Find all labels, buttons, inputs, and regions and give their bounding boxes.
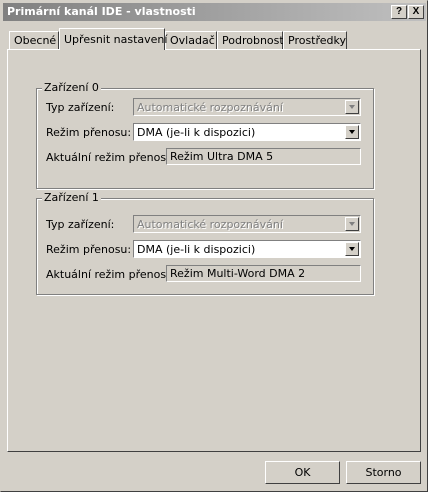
device-1-current-field: Režim Multi-Word DMA 2	[166, 265, 361, 282]
cancel-button[interactable]: Storno	[346, 461, 421, 484]
device-1-type-select: Automatické rozpoznávání	[133, 215, 361, 233]
device-1-current-label: Aktuální režim přenosu:	[46, 268, 177, 281]
device-1-group: Zařízení 1 Typ zařízení: Automatické roz…	[36, 191, 374, 295]
device-1-type-label: Typ zařízení:	[46, 218, 115, 231]
tab-panel: Zařízení 0 Typ zařízení: Automatické roz…	[7, 49, 421, 452]
tab-details[interactable]: Podrobnosti	[217, 31, 287, 49]
device-0-current-value: Režim Ultra DMA 5	[170, 150, 274, 163]
tab-driver[interactable]: Ovladač	[165, 31, 217, 49]
chevron-down-icon	[345, 217, 359, 231]
device-1-mode-select[interactable]: DMA (je-li k dispozici)	[133, 240, 361, 258]
device-0-mode-value: DMA (je-li k dispozici)	[137, 126, 256, 139]
device-1-mode-label: Režim přenosu:	[46, 243, 132, 256]
tab-advanced-settings[interactable]: Upřesnit nastavení	[59, 28, 167, 50]
device-1-current-value: Režim Multi-Word DMA 2	[170, 267, 306, 280]
device-0-current-label: Aktuální režim přenosu:	[46, 151, 177, 164]
chevron-down-icon[interactable]	[345, 125, 359, 139]
device-0-mode-select[interactable]: DMA (je-li k dispozici)	[133, 123, 361, 141]
device-1-type-value: Automatické rozpoznávání	[137, 218, 283, 231]
device-0-type-label: Typ zařízení:	[46, 101, 115, 114]
help-button[interactable]: ?	[391, 5, 407, 19]
device-0-mode-label: Režim přenosu:	[46, 126, 132, 139]
close-button[interactable]: X	[408, 5, 424, 19]
device-0-type-value: Automatické rozpoznávání	[137, 101, 283, 114]
title-bar[interactable]: Primární kanál IDE - vlastnosti ? X	[3, 3, 426, 21]
chevron-down-icon	[345, 100, 359, 114]
device-1-mode-value: DMA (je-li k dispozici)	[137, 243, 256, 256]
chevron-down-icon[interactable]	[345, 242, 359, 256]
properties-dialog: Primární kanál IDE - vlastnosti ? X Obec…	[0, 0, 428, 492]
device-0-type-select: Automatické rozpoznávání	[133, 98, 361, 116]
window-title: Primární kanál IDE - vlastnosti	[7, 5, 196, 18]
device-0-legend: Zařízení 0	[42, 81, 101, 94]
device-0-group: Zařízení 0 Typ zařízení: Automatické roz…	[36, 81, 374, 189]
ok-button[interactable]: OK	[265, 461, 340, 484]
device-0-current-field: Režim Ultra DMA 5	[166, 148, 361, 165]
tab-resources[interactable]: Prostředky	[283, 31, 347, 49]
tab-general[interactable]: Obecné	[9, 31, 59, 49]
device-1-legend: Zařízení 1	[42, 191, 101, 204]
